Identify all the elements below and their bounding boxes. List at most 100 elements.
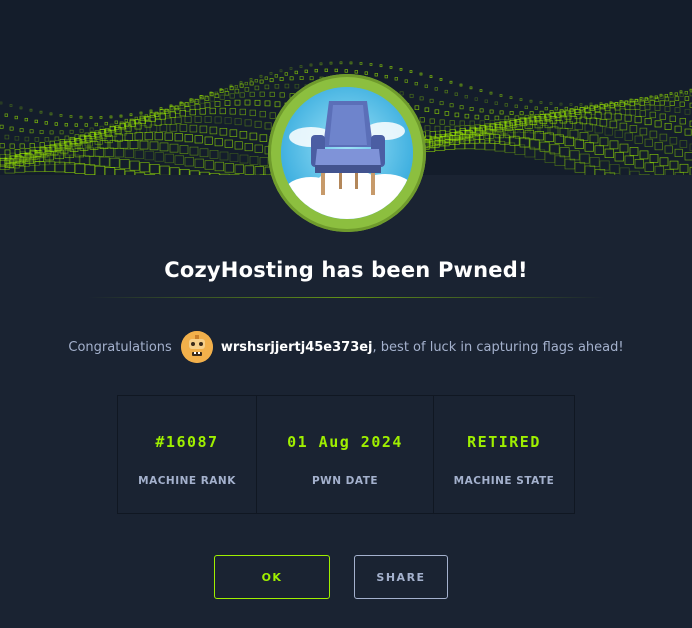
banner-cube: [329, 61, 333, 65]
banner-cube: [479, 89, 483, 92]
banner-cube: [634, 135, 643, 144]
banner-cube: [4, 134, 10, 140]
banner-cube: [84, 123, 88, 127]
banner-cube: [129, 113, 133, 117]
banner-cube: [614, 129, 623, 138]
banner-cube: [289, 76, 294, 81]
banner-cube: [399, 67, 403, 71]
banner-cube: [109, 115, 113, 119]
banner-cube: [624, 132, 633, 141]
banner-cube: [264, 76, 268, 80]
banner-cube: [139, 140, 149, 150]
banner-cube: [639, 100, 645, 106]
banner-cube: [0, 143, 5, 149]
banner-cube: [129, 140, 139, 149]
banner-cube: [114, 168, 126, 175]
banner-cube: [9, 143, 15, 149]
banner-cube: [224, 100, 231, 106]
machine-state-label: MACHINE STATE: [453, 475, 555, 487]
banner-cube: [169, 124, 178, 132]
banner-cube: [519, 98, 523, 101]
banner-cube: [604, 148, 614, 158]
banner-cube: [649, 154, 659, 163]
banner-cube: [114, 148, 124, 158]
banner-cube: [169, 167, 180, 175]
stat-pwn-date: 01 Aug 2024 PWN DATE: [257, 396, 434, 513]
banner-cube: [204, 116, 212, 123]
banner-cube: [529, 111, 534, 116]
banner-cube: [234, 164, 244, 174]
banner-cube: [99, 116, 103, 119]
chair-on-cloud-icon: [281, 87, 413, 219]
banner-cube: [134, 172, 146, 175]
banner-cube: [19, 143, 25, 149]
banner-cube: [19, 106, 23, 110]
banner-cube: [459, 83, 463, 87]
banner-cube: [109, 157, 120, 168]
banner-cube: [209, 172, 220, 175]
banner-cube: [29, 108, 33, 112]
pwn-date-label: PWN DATE: [311, 475, 379, 487]
username[interactable]: wrshsrjjertj45e373ej: [221, 340, 373, 355]
banner-cube: [579, 153, 590, 164]
congratulations-message: Congratulations wrshsrjjertj45e373ej , b…: [0, 331, 692, 363]
banner-cube: [664, 145, 673, 154]
banner-cube: [89, 116, 93, 119]
banner-cube: [204, 96, 210, 101]
banner-cube: [39, 142, 45, 148]
banner-cube: [34, 119, 38, 124]
banner-cube: [419, 117, 425, 123]
banner-cube: [454, 112, 460, 118]
banner-cube: [419, 72, 423, 76]
banner-cube: [429, 118, 435, 124]
banner-cube: [434, 125, 441, 132]
ok-button[interactable]: OK: [214, 555, 330, 599]
machine-state-value: RETIRED: [467, 433, 541, 451]
banner-cube: [334, 68, 338, 73]
banner-cube: [634, 159, 644, 169]
banner-cube: [644, 104, 651, 111]
banner-cube: [644, 162, 654, 172]
banner-cube: [49, 130, 54, 135]
banner-cube: [674, 171, 684, 175]
banner-cube: [434, 87, 438, 91]
banner-cube: [624, 114, 632, 122]
banner-cube: [229, 93, 235, 99]
banner-cube: [244, 99, 251, 106]
banner-cube: [254, 144, 263, 153]
banner-cube: [459, 105, 464, 110]
banner-cube: [124, 132, 133, 141]
banner-cube: [219, 151, 229, 161]
banner-cube: [359, 62, 363, 65]
banner-cube: [449, 80, 453, 84]
banner-cube: [109, 123, 114, 128]
banner-cube: [639, 110, 646, 117]
banner-cube: [509, 96, 513, 100]
banner-cube: [59, 130, 64, 135]
banner-cube: [559, 102, 563, 106]
banner-cube: [279, 69, 283, 73]
machine-avatar: [268, 74, 426, 232]
banner-cube: [69, 129, 74, 134]
banner-cube: [244, 81, 248, 86]
banner-cube: [259, 157, 269, 166]
page-title: CozyHosting has been Pwned!: [164, 258, 528, 282]
banner-cube: [154, 111, 158, 115]
banner-cube: [269, 78, 274, 83]
banner-cube: [674, 148, 683, 157]
banner-cube: [84, 164, 96, 175]
banner-cube: [569, 103, 573, 106]
banner-cube: [139, 162, 150, 173]
banner-cube: [529, 99, 533, 103]
banner-cube: [234, 118, 242, 126]
banner-cube: [614, 102, 620, 107]
banner-cube: [599, 137, 609, 147]
banner-cube: [264, 84, 270, 90]
banner-cube: [214, 91, 218, 95]
banner-cube: [94, 122, 98, 127]
banner-cube: [444, 111, 450, 116]
banner-cube: [74, 163, 86, 174]
banner-cube: [104, 167, 116, 175]
banner-cube: [199, 98, 205, 104]
share-button[interactable]: SHARE: [354, 555, 448, 599]
